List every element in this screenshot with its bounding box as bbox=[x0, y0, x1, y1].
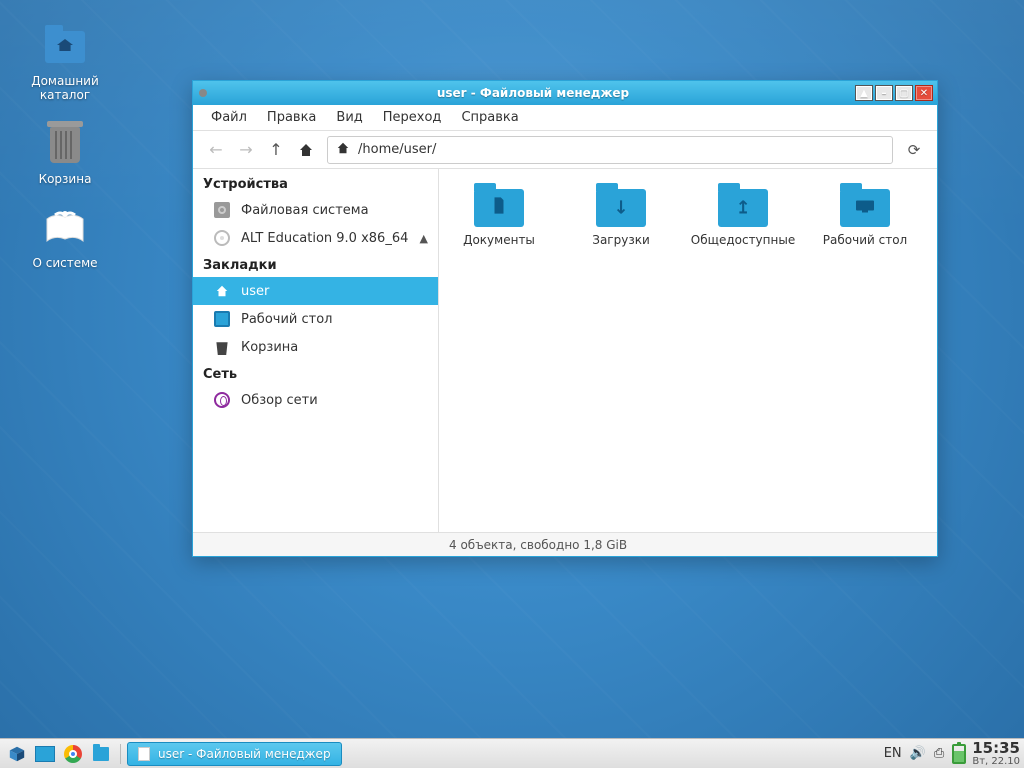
sidebar-item-label: Корзина bbox=[241, 340, 298, 355]
home-folder-icon bbox=[45, 31, 85, 63]
sidebar-item-cdrom[interactable]: ALT Education 9.0 x86_64 ▲ bbox=[193, 224, 438, 252]
file-manager-window: user - Файловый менеджер ▲ – ▢ ✕ Файл Пр… bbox=[192, 80, 938, 557]
taskbar-separator bbox=[120, 744, 121, 764]
desktop-icon-home[interactable]: Домашний каталог bbox=[10, 18, 120, 116]
path-bar[interactable]: /home/user/ bbox=[327, 136, 893, 164]
sidebar-item-label: Обзор сети bbox=[241, 393, 318, 408]
sidebar-item-label: user bbox=[241, 284, 269, 299]
home-button[interactable] bbox=[291, 136, 321, 164]
desktop-icon-label: Корзина bbox=[39, 172, 92, 186]
notification-icon[interactable]: ⎙ bbox=[934, 746, 944, 761]
trash-icon bbox=[50, 127, 80, 163]
disk-icon bbox=[213, 201, 231, 219]
menu-edit[interactable]: Правка bbox=[257, 106, 326, 129]
system-tray: EN 🔊 ⎙ bbox=[884, 744, 967, 764]
menu-file[interactable]: Файл bbox=[201, 106, 257, 129]
folder-label: Рабочий стол bbox=[823, 233, 907, 247]
reload-button[interactable]: ⟳ bbox=[899, 136, 929, 164]
home-icon bbox=[213, 282, 231, 300]
minimize-button[interactable]: – bbox=[875, 85, 893, 101]
volume-icon[interactable]: 🔊 bbox=[910, 746, 926, 761]
folder-item-documents[interactable]: Документы bbox=[447, 185, 551, 251]
sidebar-header-devices: Устройства bbox=[193, 171, 438, 196]
sidebar-item-label: Рабочий стол bbox=[241, 312, 332, 327]
window-titlebar[interactable]: user - Файловый менеджер ▲ – ▢ ✕ bbox=[193, 81, 937, 105]
desktop-icon-trash[interactable]: Корзина bbox=[10, 116, 120, 200]
chrome-icon bbox=[64, 745, 82, 763]
sidebar-item-network[interactable]: Обзор сети bbox=[193, 386, 438, 414]
keyboard-layout-indicator[interactable]: EN bbox=[884, 746, 902, 761]
status-bar: 4 объекта, свободно 1,8 GiB bbox=[193, 532, 937, 556]
desktop-icon-about[interactable]: О системе bbox=[10, 200, 120, 284]
workspace-icon bbox=[35, 746, 55, 762]
trash-icon bbox=[213, 338, 231, 356]
folder-icon: ↓ bbox=[596, 189, 646, 227]
sidebar-item-label: Файловая система bbox=[241, 203, 369, 218]
clock-date: Вт, 22.10 bbox=[972, 756, 1020, 767]
maximize-button[interactable]: ▢ bbox=[895, 85, 913, 101]
folder-label: Документы bbox=[463, 233, 535, 247]
menu-help[interactable]: Справка bbox=[451, 106, 528, 129]
status-text: 4 объекта, свободно 1,8 GiB bbox=[449, 538, 627, 552]
folder-icon: ↥ bbox=[718, 189, 768, 227]
file-manager-launcher[interactable] bbox=[88, 742, 114, 766]
sidebar-item-filesystem[interactable]: Файловая система bbox=[193, 196, 438, 224]
start-menu-button[interactable] bbox=[4, 742, 30, 766]
clock-time: 15:35 bbox=[972, 740, 1020, 757]
folder-icon bbox=[474, 189, 524, 227]
workspace-switcher[interactable] bbox=[32, 742, 58, 766]
desktop-icons: Домашний каталог Корзина О системе bbox=[10, 18, 120, 284]
battery-icon[interactable] bbox=[952, 744, 966, 764]
window-title: user - Файловый менеджер bbox=[213, 86, 853, 100]
menu-view[interactable]: Вид bbox=[326, 106, 372, 129]
sidebar-item-user[interactable]: user bbox=[193, 277, 438, 305]
desktop-icon bbox=[213, 310, 231, 328]
forward-button[interactable]: → bbox=[231, 136, 261, 164]
folder-icon bbox=[840, 189, 890, 227]
folder-label: Загрузки bbox=[592, 233, 650, 247]
home-icon bbox=[298, 142, 314, 158]
folder-item-desktop[interactable]: Рабочий стол bbox=[813, 185, 917, 251]
sidebar-item-desktop[interactable]: Рабочий стол bbox=[193, 305, 438, 333]
sidebar-item-label: ALT Education 9.0 x86_64 bbox=[241, 231, 408, 246]
window-menu-icon[interactable] bbox=[199, 89, 207, 97]
window-icon bbox=[138, 747, 150, 761]
cd-icon bbox=[213, 229, 231, 247]
sidebar-header-network: Сеть bbox=[193, 361, 438, 386]
up-button[interactable]: ↑ bbox=[261, 136, 291, 164]
sidebar-header-bookmarks: Закладки bbox=[193, 252, 438, 277]
folder-icon bbox=[93, 747, 109, 761]
folder-item-public[interactable]: ↥ Общедоступные bbox=[691, 185, 795, 251]
path-text: /home/user/ bbox=[358, 142, 436, 157]
clock[interactable]: 15:35 Вт, 22.10 bbox=[972, 740, 1020, 768]
shade-button[interactable]: ▲ bbox=[855, 85, 873, 101]
taskbar-task-label: user - Файловый менеджер bbox=[158, 747, 331, 761]
menu-cube-icon bbox=[8, 745, 26, 763]
toolbar: ← → ↑ /home/user/ ⟳ bbox=[193, 131, 937, 169]
menu-go[interactable]: Переход bbox=[373, 106, 452, 129]
folder-label: Общедоступные bbox=[691, 233, 795, 247]
home-icon bbox=[336, 141, 350, 159]
taskbar: user - Файловый менеджер EN 🔊 ⎙ 15:35 Вт… bbox=[0, 738, 1024, 768]
about-book-icon bbox=[43, 211, 87, 247]
taskbar-task-file-manager[interactable]: user - Файловый менеджер bbox=[127, 742, 342, 766]
menu-bar: Файл Правка Вид Переход Справка bbox=[193, 105, 937, 131]
back-button[interactable]: ← bbox=[201, 136, 231, 164]
sidebar-item-trash[interactable]: Корзина bbox=[193, 333, 438, 361]
desktop-icon-label: Домашний каталог bbox=[12, 74, 118, 102]
folder-item-downloads[interactable]: ↓ Загрузки bbox=[569, 185, 673, 251]
desktop-icon-label: О системе bbox=[32, 256, 97, 270]
browser-launcher[interactable] bbox=[60, 742, 86, 766]
eject-icon[interactable]: ▲ bbox=[420, 232, 428, 245]
sidebar: Устройства Файловая система ALT Educatio… bbox=[193, 169, 439, 532]
close-button[interactable]: ✕ bbox=[915, 85, 933, 101]
globe-icon bbox=[213, 391, 231, 409]
folder-view[interactable]: Документы ↓ Загрузки ↥ Общедоступные Раб… bbox=[439, 169, 937, 532]
